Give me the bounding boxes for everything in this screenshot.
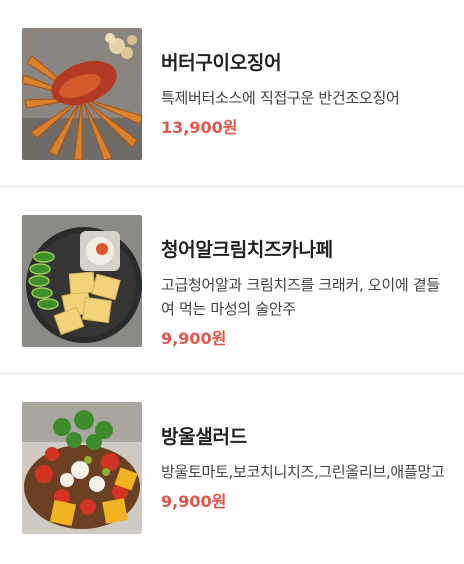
- menu-item[interactable]: 방울샐러드 방울토마토,보코치니치즈,그린올리브,애플망고 9,900원: [0, 374, 464, 564]
- menu-item[interactable]: 청어알크림치즈카나페 고급청어알과 크림치즈를 크래커, 오이에 곁들여 먹는 …: [0, 187, 464, 374]
- menu-item-price: 9,900원: [161, 329, 227, 348]
- menu-list: 버터구이오징어 특제버터소스에 직접구운 반건조오징어 13,900원 청어알크…: [0, 0, 464, 564]
- menu-item[interactable]: 버터구이오징어 특제버터소스에 직접구운 반건조오징어 13,900원: [0, 0, 464, 187]
- menu-item-name: 버터구이오징어: [161, 52, 282, 74]
- salad-photo[interactable]: [22, 402, 142, 534]
- menu-item-name: 청어알크림치즈카나페: [161, 239, 333, 261]
- squid-photo[interactable]: [22, 28, 142, 160]
- menu-item-description: 방울토마토,보코치니치즈,그린올리브,애플망고: [161, 463, 445, 481]
- menu-item-price: 13,900원: [161, 118, 238, 137]
- menu-item-description: 특제버터소스에 직접구운 반건조오징어: [161, 89, 400, 107]
- menu-item-description: 고급청어알과 크림치즈를 크래커, 오이에 곁들여 먹는 마성의 술안주: [161, 276, 440, 318]
- menu-item-price: 9,900원: [161, 492, 227, 511]
- menu-item-name: 방울샐러드: [161, 426, 247, 448]
- canape-photo[interactable]: [22, 215, 142, 347]
